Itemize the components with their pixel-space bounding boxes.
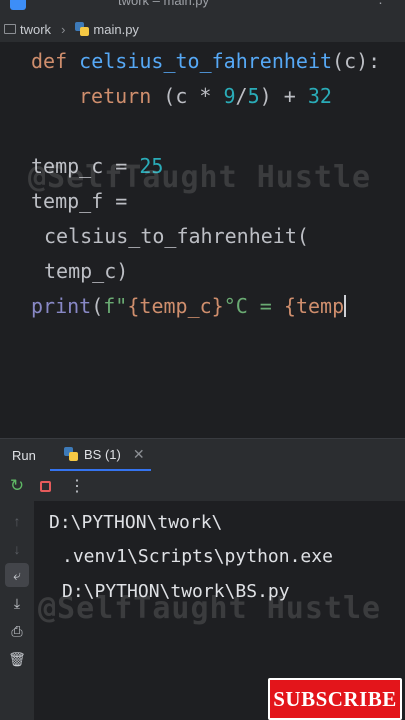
tab-run-bs[interactable]: BS (1) ✕ xyxy=(50,439,151,471)
code-line-2: return (c * 9/5) + 32 xyxy=(79,84,332,108)
run-panel-title: Run xyxy=(12,447,36,463)
window-title-bar: twork – main.py ⋮ xyxy=(0,0,405,16)
ide-logo-icon[interactable] xyxy=(10,0,26,10)
code-line-5: celsius_to_fahrenheit( xyxy=(44,224,309,248)
trash-icon[interactable]: 🗑 xyxy=(5,647,29,671)
run-panel-header: Run BS (1) ✕ xyxy=(0,438,405,471)
breadcrumb-file[interactable]: main.py xyxy=(75,22,139,37)
console-line-1: D:\PYTHON\twork\ xyxy=(49,512,223,533)
more-options-icon[interactable]: ⋮ xyxy=(66,475,88,497)
arrow-down-icon[interactable]: ↓ xyxy=(5,537,29,561)
soft-wrap-icon[interactable]: ⤶ xyxy=(5,563,29,587)
code-editor[interactable]: def celsius_to_fahrenheit(c): return (c … xyxy=(0,43,405,438)
python-icon xyxy=(64,447,78,461)
window-title: twork – main.py xyxy=(118,0,210,8)
stop-icon xyxy=(39,480,51,492)
run-toolbar: ↻ ⋮ xyxy=(0,471,405,501)
stop-button[interactable] xyxy=(34,475,56,497)
rerun-icon[interactable]: ↻ xyxy=(6,475,28,497)
breadcrumb: twork › main.py xyxy=(0,16,405,43)
window-menu-icon[interactable]: ⋮ xyxy=(374,0,387,7)
subscribe-button[interactable]: SUBSCRIBE xyxy=(268,678,402,720)
code-line-4: temp_f = xyxy=(31,189,128,213)
python-file-icon xyxy=(75,22,90,36)
tab-run-bs-label: BS (1) xyxy=(84,446,121,462)
breadcrumb-project[interactable]: twork xyxy=(4,22,51,37)
console-line-2: .venv1\Scripts\python.exe xyxy=(62,546,333,567)
close-icon[interactable]: ✕ xyxy=(133,446,145,463)
print-icon[interactable]: ⎙ xyxy=(5,619,29,643)
arrow-up-icon[interactable]: ↑ xyxy=(5,509,29,533)
run-side-toolbar: ↑ ↓ ⤶ ⤓ ⎙ 🗑 xyxy=(0,501,34,720)
code-line-7: print(f"{temp_c}°C = {temp xyxy=(31,294,347,318)
chevron-right-icon: › xyxy=(61,21,66,37)
code-line-1: def celsius_to_fahrenheit(c): xyxy=(31,49,381,73)
folder-icon xyxy=(4,24,16,34)
breadcrumb-project-label: twork xyxy=(20,21,52,37)
console-line-3: D:\PYTHON\twork\BS.py xyxy=(62,581,290,602)
breadcrumb-file-label: main.py xyxy=(93,21,139,37)
text-caret xyxy=(344,295,347,317)
code-line-6: temp_c) xyxy=(44,259,129,283)
scroll-to-end-icon[interactable]: ⤓ xyxy=(5,591,29,615)
